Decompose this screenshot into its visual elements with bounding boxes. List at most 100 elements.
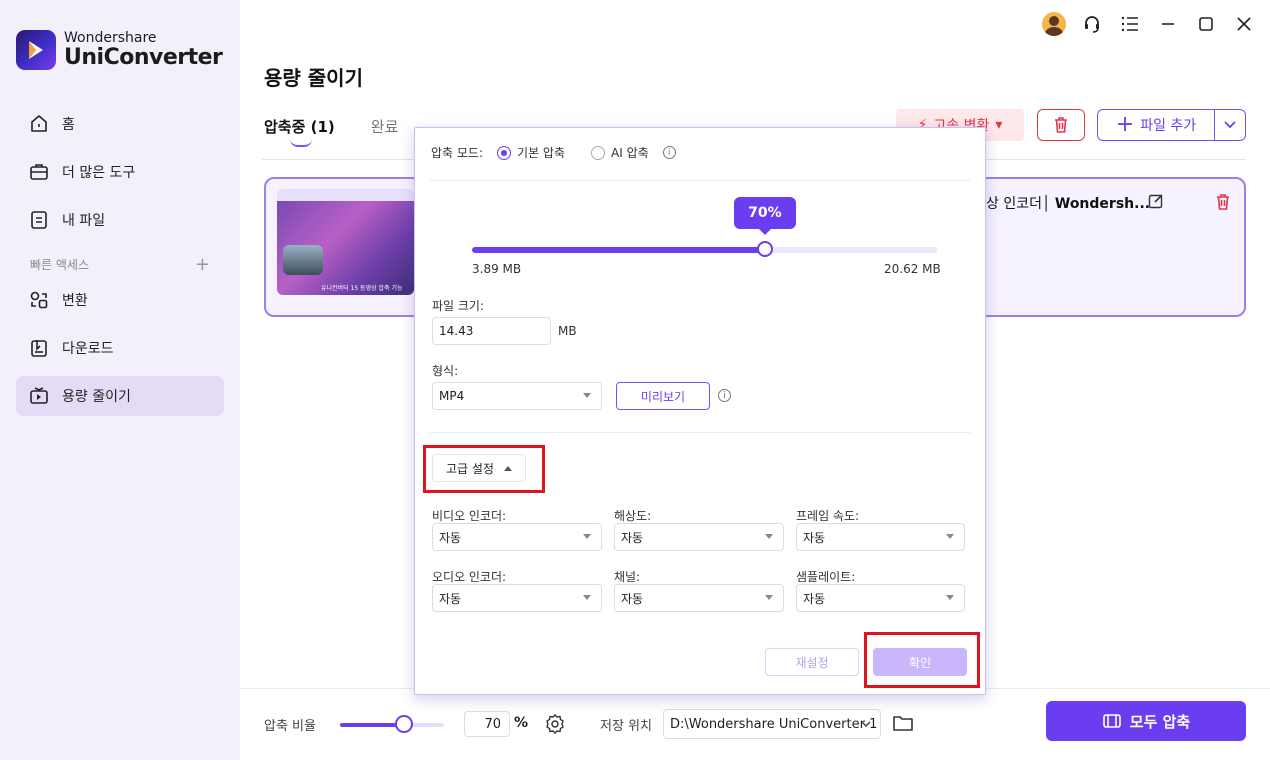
compress-video-icon bbox=[1102, 714, 1121, 728]
caret-down-icon bbox=[583, 534, 591, 539]
uniconverter-logo-icon bbox=[16, 30, 56, 70]
resolution-label: 해상도: bbox=[614, 509, 652, 523]
ratio-slider-handle[interactable] bbox=[395, 715, 414, 733]
caret-down-icon bbox=[583, 393, 591, 398]
video-encoder-select[interactable]: 자동 bbox=[432, 523, 602, 551]
sidebar-item-label: 더 많은 도구 bbox=[62, 165, 136, 181]
max-size-label: 20.62 MB bbox=[884, 262, 941, 276]
min-size-label: 3.89 MB bbox=[472, 262, 522, 276]
support-icon[interactable] bbox=[1080, 10, 1104, 38]
chevron-down-icon bbox=[1224, 121, 1236, 129]
audio-encoder-value: 자동 bbox=[439, 591, 462, 606]
caret-down-icon bbox=[765, 595, 773, 600]
add-file-main[interactable]: + 파일 추가 bbox=[1098, 110, 1215, 140]
delete-file-icon[interactable] bbox=[1214, 193, 1232, 215]
sidebar-item-home[interactable]: 홈 bbox=[16, 104, 224, 144]
target-size-slider[interactable] bbox=[472, 241, 937, 257]
file-title-prefix: 상 인코더 bbox=[986, 196, 1042, 212]
audio-encoder-label: 오디오 인코더: bbox=[432, 570, 507, 584]
sidebar-item-label: 변환 bbox=[62, 293, 88, 309]
edit-title-icon[interactable] bbox=[1148, 193, 1164, 213]
percent-label: % bbox=[514, 715, 529, 731]
reset-button[interactable]: 재설정 bbox=[765, 648, 859, 676]
quick-access-header: 빠른 액세스 + bbox=[16, 248, 224, 280]
home-icon bbox=[28, 113, 50, 135]
toolbox-icon bbox=[28, 161, 50, 183]
compress-all-button[interactable]: 모두 압축 bbox=[1046, 701, 1246, 741]
mode-ai-radio[interactable]: AI 압축 bbox=[591, 144, 649, 161]
video-thumbnail[interactable]: 유니컨버터 15 동영상 압축 기능 bbox=[277, 189, 414, 295]
mode-basic-radio[interactable]: 기본 압축 bbox=[497, 144, 565, 161]
channel-label: 채널: bbox=[614, 570, 641, 584]
add-file-dropdown[interactable] bbox=[1215, 110, 1245, 140]
divider bbox=[430, 432, 970, 433]
mode-ai-label: AI 압축 bbox=[611, 146, 649, 160]
avatar[interactable] bbox=[1042, 10, 1066, 38]
delete-all-button[interactable] bbox=[1037, 109, 1085, 141]
folder-icon[interactable] bbox=[892, 713, 914, 737]
file-size-unit: MB bbox=[558, 324, 577, 338]
preview-button[interactable]: 미리보기 bbox=[616, 382, 710, 410]
radio-unselected-icon bbox=[591, 145, 606, 160]
menu-icon[interactable] bbox=[1118, 10, 1142, 38]
sidebar-item-label: 홈 bbox=[62, 117, 75, 133]
sidebar-item-compress[interactable]: 용량 줄이기 bbox=[16, 376, 224, 416]
channel-value: 자동 bbox=[621, 591, 644, 606]
quick-access-label: 빠른 액세스 bbox=[30, 257, 90, 272]
user-avatar-icon bbox=[1042, 12, 1066, 36]
sidebar-item-my-files[interactable]: 내 파일 bbox=[16, 200, 224, 240]
compression-ratio-input[interactable]: 70 bbox=[464, 711, 510, 737]
sidebar-item-more-tools[interactable]: 더 많은 도구 bbox=[16, 152, 224, 192]
info-icon[interactable]: i bbox=[662, 146, 676, 159]
sidebar-nav: 홈 더 많은 도구 내 파일 빠른 액세스 + 변환 다운로드 용량 줄이기 bbox=[16, 104, 224, 424]
compress-all-label: 모두 압축 bbox=[1129, 712, 1191, 731]
compression-ratio-label: 압축 비율 bbox=[264, 719, 316, 734]
app-logo: Wondershare UniConverter bbox=[16, 30, 223, 70]
brand-top: Wondershare bbox=[64, 30, 157, 46]
file-icon bbox=[28, 209, 50, 231]
compress-icon bbox=[28, 385, 50, 407]
sidebar: Wondershare UniConverter 홈 더 많은 도구 내 파일 … bbox=[0, 0, 240, 760]
sidebar-item-convert[interactable]: 변환 bbox=[16, 280, 224, 320]
file-size-input[interactable]: 14.43 bbox=[432, 317, 551, 345]
compression-mode-row: 압축 모드: 기본 압축 AI 압축 i bbox=[431, 144, 676, 161]
maximize-icon[interactable] bbox=[1194, 10, 1218, 38]
thumbnail-caption: 유니컨버터 15 동영상 압축 기능 bbox=[321, 285, 403, 292]
caret-down-icon bbox=[946, 595, 954, 600]
video-encoder-value: 자동 bbox=[439, 530, 462, 545]
save-location-select[interactable]: D:\Wondershare UniConverter 1 bbox=[663, 709, 881, 739]
resolution-value: 자동 bbox=[621, 530, 644, 545]
convert-icon bbox=[28, 289, 50, 311]
caret-down-icon bbox=[583, 595, 591, 600]
sidebar-item-download[interactable]: 다운로드 bbox=[16, 328, 224, 368]
caret-down-icon bbox=[765, 534, 773, 539]
compression-ratio-slider[interactable] bbox=[340, 715, 444, 733]
channel-select[interactable]: 자동 bbox=[614, 584, 784, 612]
window-controls bbox=[1042, 10, 1256, 38]
trash-icon bbox=[1055, 117, 1067, 133]
compression-settings-icon[interactable] bbox=[544, 713, 566, 739]
file-title: 상 인코더│ Wondersh... bbox=[986, 196, 1151, 212]
add-file-button[interactable]: + 파일 추가 bbox=[1097, 109, 1246, 141]
format-select[interactable]: MP4 bbox=[432, 382, 602, 410]
sidebar-item-label: 용량 줄이기 bbox=[62, 389, 131, 405]
size-slider-fill bbox=[472, 247, 765, 253]
size-slider-handle[interactable] bbox=[756, 241, 773, 257]
slider-value-bubble: 70% bbox=[733, 197, 796, 235]
save-location-label: 저장 위치 bbox=[600, 719, 652, 734]
compression-settings-popup: 압축 모드: 기본 압축 AI 압축 i 70% 3.89 MB 20.62 M… bbox=[414, 127, 986, 695]
highlight-box-confirm bbox=[864, 632, 980, 688]
framerate-select[interactable]: 자동 bbox=[796, 523, 965, 551]
tab-completed[interactable]: 완료 bbox=[371, 116, 399, 147]
close-icon[interactable] bbox=[1232, 10, 1256, 38]
samplerate-select[interactable]: 자동 bbox=[796, 584, 965, 612]
add-quick-access-icon[interactable]: + bbox=[195, 254, 210, 275]
resolution-select[interactable]: 자동 bbox=[614, 523, 784, 551]
info-icon[interactable]: i bbox=[718, 389, 731, 402]
minimize-icon[interactable] bbox=[1156, 10, 1180, 38]
framerate-label: 프레임 속도: bbox=[796, 509, 860, 523]
audio-encoder-select[interactable]: 자동 bbox=[432, 584, 602, 612]
video-encoder-label: 비디오 인코더: bbox=[432, 509, 507, 523]
tab-compressing[interactable]: 압축중 (1) bbox=[264, 116, 335, 147]
framerate-value: 자동 bbox=[803, 530, 826, 545]
